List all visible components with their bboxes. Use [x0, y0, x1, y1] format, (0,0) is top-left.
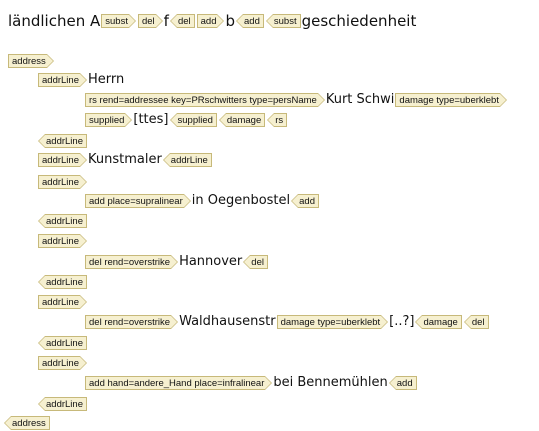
text-segment: ländlichen A — [8, 12, 101, 30]
add-close-tag[interactable]: add — [291, 194, 319, 208]
address-close-tag[interactable]: address — [4, 416, 50, 430]
addrline-open-tag[interactable]: addrLine — [38, 153, 87, 167]
addrline-close-tag[interactable]: addrLine — [38, 134, 87, 148]
supplied-open-tag[interactable]: supplied — [85, 113, 133, 127]
addrline-close-row: addrLine — [37, 396, 88, 412]
addrline-row: addrLine Kunstmaler addrLine — [37, 152, 213, 168]
addrline-open-row: addrLine — [37, 355, 88, 371]
text-segment: bei Bennemühlen — [273, 375, 388, 390]
addrline-open-row: addrLine — [37, 294, 88, 310]
address-close-row: address — [3, 415, 51, 431]
text-segment: Kurt Schwi — [325, 92, 395, 107]
addrline-close-tag[interactable]: addrLine — [162, 153, 212, 167]
text-segment: Kunstmaler — [87, 152, 162, 167]
del-open-tag[interactable]: del rend=overstrike — [85, 255, 179, 269]
text-segment: Herrn — [87, 72, 125, 87]
add-row: add place=supralinear in Oegenbostel add — [84, 193, 320, 209]
addrline-close-tag[interactable]: addrLine — [38, 214, 87, 228]
del-close-tag[interactable]: del — [170, 14, 195, 28]
del-row: del rend=overstrike Hannover del — [84, 254, 269, 270]
text-segment: [ttes] — [133, 112, 169, 127]
addrline-open-tag[interactable]: addrLine — [38, 295, 87, 309]
add-open-tag[interactable]: add — [196, 14, 225, 28]
address-open-row: address — [7, 53, 55, 69]
addrline-row: addrLine Herrn — [37, 72, 124, 88]
add-open-tag[interactable]: add hand=andere_Hand place=infralinear — [85, 376, 273, 390]
supplied-close-tag[interactable]: supplied — [169, 113, 217, 127]
del-open-tag[interactable]: del rend=overstrike — [85, 315, 179, 329]
addrline-close-row: addrLine — [37, 133, 88, 149]
addrline-open-tag[interactable]: addrLine — [38, 73, 87, 87]
addrline-close-tag[interactable]: addrLine — [38, 275, 87, 289]
add-close-tag[interactable]: add — [388, 376, 417, 390]
text-segment: f — [163, 12, 169, 30]
del-close-tag[interactable]: del — [243, 255, 268, 269]
text-segment: in Oegenbostel — [191, 193, 291, 208]
damage-close-tag[interactable]: damage — [218, 113, 266, 127]
addrline-close-row: addrLine — [37, 274, 88, 290]
addrline-open-tag[interactable]: addrLine — [38, 175, 87, 189]
addrline-open-tag[interactable]: addrLine — [38, 356, 87, 370]
addrline-open-row: addrLine — [37, 174, 88, 190]
add-open-tag[interactable]: add place=supralinear — [85, 194, 191, 208]
del-row: del rend=overstrike Waldhausenstr damage… — [84, 314, 490, 330]
addrline-close-tag[interactable]: addrLine — [38, 397, 87, 411]
addrline-open-tag[interactable]: addrLine — [38, 234, 87, 248]
damage-close-tag[interactable]: damage — [415, 315, 462, 329]
del-close-tag[interactable]: del — [463, 315, 489, 329]
rs-open-tag[interactable]: rs rend=addressee key=PRschwitters type=… — [85, 93, 325, 107]
del-open-tag[interactable]: del — [137, 14, 163, 28]
supplied-row: supplied [ttes] supplied damage rs — [84, 112, 288, 128]
header-line: ländlichen A subst del f del add b add s… — [8, 12, 416, 30]
addrline-close-row: addrLine — [37, 213, 88, 229]
subst-close-tag[interactable]: subst — [265, 14, 301, 28]
addrline-close-row: addrLine — [37, 335, 88, 351]
text-segment: b — [225, 12, 236, 30]
add-close-tag[interactable]: add — [236, 14, 264, 28]
add-row: add hand=andere_Hand place=infralinear b… — [84, 375, 418, 391]
addrline-close-tag[interactable]: addrLine — [38, 336, 87, 350]
subst-open-tag[interactable]: subst — [101, 14, 136, 28]
damage-open-tag[interactable]: damage type=uberklebt — [395, 93, 507, 107]
damage-open-tag[interactable]: damage type=uberklebt — [276, 315, 388, 329]
text-segment: [..?] — [389, 314, 415, 329]
addrline-open-row: addrLine — [37, 233, 88, 249]
text-segment: geschiedenheit — [301, 12, 417, 30]
text-segment: Hannover — [179, 254, 243, 269]
text-segment: Waldhausenstr — [179, 314, 276, 329]
address-open-tag[interactable]: address — [8, 54, 54, 68]
rs-row: rs rend=addressee key=PRschwitters type=… — [84, 92, 508, 108]
rs-close-tag[interactable]: rs — [267, 113, 288, 127]
